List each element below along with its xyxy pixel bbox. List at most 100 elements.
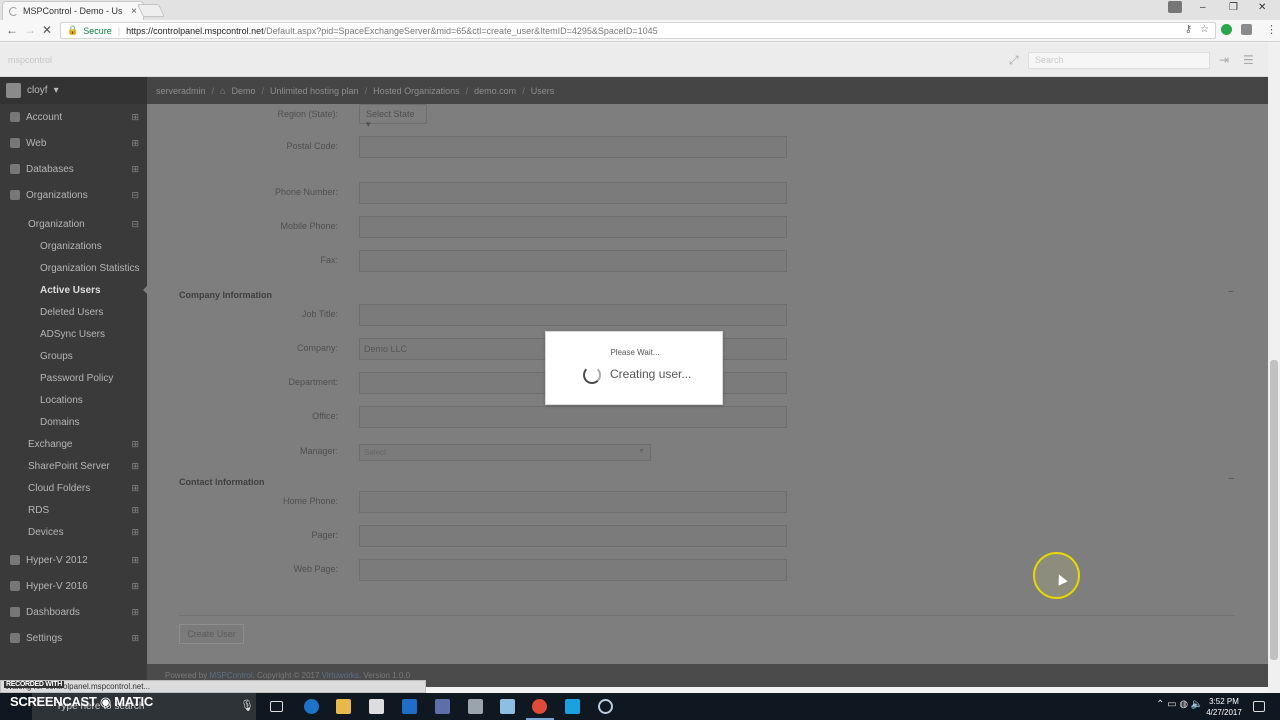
- minimize-icon[interactable]: –: [1200, 2, 1206, 13]
- tab-close-icon[interactable]: ×: [131, 6, 137, 17]
- breadcrumb-item[interactable]: Unlimited hosting plan: [270, 86, 359, 96]
- star-icon[interactable]: ☆: [1200, 24, 1209, 35]
- sidebar-item-label: Hyper-V 2012: [26, 554, 88, 566]
- breadcrumb-separator: /: [522, 85, 525, 96]
- breadcrumb-item[interactable]: serveradmin: [156, 86, 206, 96]
- app-logo[interactable]: mspcontrol: [8, 55, 52, 65]
- sidebar-item-label: Active Users: [40, 284, 101, 296]
- back-icon[interactable]: ←: [6, 23, 18, 37]
- sidebar-item-web[interactable]: Web ⊞: [0, 132, 147, 154]
- sidebar-item-deleted-users[interactable]: Deleted Users: [0, 301, 147, 323]
- create-user-button[interactable]: Create User: [179, 624, 244, 644]
- sidebar-item-org-organizations[interactable]: Organizations: [0, 235, 147, 257]
- sidebar-item-databases[interactable]: Databases ⊞: [0, 158, 147, 180]
- url-input[interactable]: 🔒 Secure | https://controlpanel.mspcontr…: [60, 22, 1216, 39]
- notifications-icon[interactable]: [1253, 701, 1265, 712]
- new-tab-button[interactable]: [136, 4, 166, 17]
- avatar: [6, 83, 21, 98]
- sidebar-item-rds[interactable]: RDS ⊞: [0, 499, 147, 521]
- extension-icon[interactable]: [1241, 24, 1252, 35]
- fax-field[interactable]: [359, 250, 787, 272]
- url-path: /Default.aspx?pid=SpaceExchangeServer&mi…: [263, 25, 658, 36]
- sidebar-item-password-policy[interactable]: Password Policy: [0, 367, 147, 389]
- footer-powered: Powered by: [165, 671, 208, 680]
- sidebar-item-organization[interactable]: Organization ⊟: [0, 213, 147, 235]
- file-explorer-icon[interactable]: [336, 699, 351, 714]
- system-tray-icons[interactable]: ⌃ ▭ ◍ 🔈: [1156, 699, 1203, 710]
- user-menu[interactable]: cloyf ▾: [0, 77, 147, 104]
- search-input[interactable]: Search: [1028, 52, 1210, 69]
- sidebar-item-dashboards[interactable]: Dashboards ⊞: [0, 601, 147, 623]
- sidebar-item-domains[interactable]: Domains: [0, 411, 147, 433]
- sidebar-item-devices[interactable]: Devices ⊞: [0, 521, 147, 543]
- clock-date: 4/27/2017: [1206, 708, 1242, 717]
- sidebar-item-groups[interactable]: Groups: [0, 345, 147, 367]
- footer-brand-link[interactable]: MSPControl: [209, 671, 252, 680]
- sidebar-item-exchange[interactable]: Exchange ⊞: [0, 433, 147, 455]
- sidebar-item-organizations[interactable]: Organizations ⊟: [0, 184, 147, 206]
- menu-icon[interactable]: ☰: [1243, 53, 1254, 67]
- screencast-icon[interactable]: [598, 699, 613, 714]
- profile-icon[interactable]: [1168, 1, 1182, 13]
- sidebar-item-label: Locations: [40, 394, 83, 406]
- taskbar-clock[interactable]: 3:52 PM 4/27/2017: [1200, 696, 1248, 718]
- sidebar-item-org-statistics[interactable]: Organization Statistics: [0, 257, 147, 279]
- sidebar-item-locations[interactable]: Locations: [0, 389, 147, 411]
- network-tool-icon[interactable]: [468, 699, 483, 714]
- region-select[interactable]: Select State ▾: [359, 104, 427, 129]
- sidebar-item-cloud-folders[interactable]: Cloud Folders ⊞: [0, 477, 147, 499]
- job-title-field[interactable]: [359, 304, 787, 326]
- sidebar-item-sharepoint[interactable]: SharePoint Server ⊞: [0, 455, 147, 477]
- sidebar-item-adsync-users[interactable]: ADSync Users: [0, 323, 147, 345]
- store-icon[interactable]: [369, 699, 384, 714]
- breadcrumb-item[interactable]: Demo: [231, 86, 255, 96]
- key-icon[interactable]: ⚷: [1185, 24, 1192, 35]
- restore-icon[interactable]: ❐: [1229, 2, 1238, 13]
- expand-icon: ⊞: [131, 526, 139, 537]
- web-page-field[interactable]: [359, 559, 787, 581]
- sidebar-item-settings[interactable]: Settings ⊞: [0, 627, 147, 649]
- phone-number-field[interactable]: [359, 182, 787, 204]
- close-window-icon[interactable]: ✕: [1258, 2, 1266, 13]
- expand-icon: ⊞: [131, 137, 139, 148]
- breadcrumb-item[interactable]: demo.com: [474, 86, 516, 96]
- sidebar-item-hyperv-2016[interactable]: Hyper-V 2016 ⊞: [0, 575, 147, 597]
- sidebar-item-active-users[interactable]: Active Users: [0, 279, 148, 301]
- app-icon[interactable]: [500, 699, 515, 714]
- app-header: mspcontrol ⤢ Search ⇥ ☰: [0, 43, 1268, 77]
- browser-tab[interactable]: MSPControl - Demo - Us ×: [2, 1, 144, 20]
- mobile-phone-field[interactable]: [359, 216, 787, 238]
- forward-icon[interactable]: →: [24, 23, 36, 37]
- manager-select[interactable]: Select ▼: [359, 444, 651, 461]
- scrollbar-thumb[interactable]: [1270, 360, 1278, 660]
- home-phone-field[interactable]: [359, 491, 787, 513]
- breadcrumb-item[interactable]: Users: [531, 86, 555, 96]
- expand-icon: ⊞: [131, 111, 139, 122]
- footer-company-link[interactable]: Virtuworks: [322, 671, 359, 680]
- collapse-contact-icon[interactable]: −: [1228, 473, 1234, 485]
- expand-icon: ⊞: [131, 580, 139, 591]
- vertical-scrollbar[interactable]: [1268, 43, 1280, 693]
- remote-desktop-icon[interactable]: [435, 699, 450, 714]
- breadcrumb-item[interactable]: Hosted Organizations: [373, 86, 460, 96]
- office-field[interactable]: [359, 406, 787, 428]
- extension-check-icon[interactable]: [1221, 24, 1232, 35]
- address-bar-row: ← → ✕ 🔒 Secure | https://controlpanel.ms…: [0, 20, 1280, 42]
- task-view-icon[interactable]: [270, 701, 283, 712]
- screencast-watermark: RECORDED WITH SCREENCAST ◉ MATIC: [4, 681, 153, 710]
- collapse-company-icon[interactable]: −: [1228, 286, 1234, 298]
- pager-field[interactable]: [359, 525, 787, 547]
- microphone-icon[interactable]: 🎙: [240, 699, 255, 714]
- browser-menu-icon[interactable]: ⋮: [1266, 23, 1277, 36]
- sidebar-item-label: Organization: [28, 218, 85, 230]
- logout-icon[interactable]: ⇥: [1219, 53, 1229, 67]
- chrome-icon[interactable]: [532, 699, 547, 714]
- outlook-icon[interactable]: [402, 699, 417, 714]
- sidebar-item-account[interactable]: Account ⊞: [0, 106, 147, 128]
- fullscreen-icon[interactable]: ⤢: [1009, 53, 1019, 68]
- sidebar-item-hyperv-2012[interactable]: Hyper-V 2012 ⊞: [0, 549, 147, 571]
- edge-icon[interactable]: [304, 699, 319, 714]
- skype-icon[interactable]: [565, 699, 580, 714]
- postal-code-field[interactable]: [359, 136, 787, 158]
- stop-icon[interactable]: ✕: [42, 23, 52, 37]
